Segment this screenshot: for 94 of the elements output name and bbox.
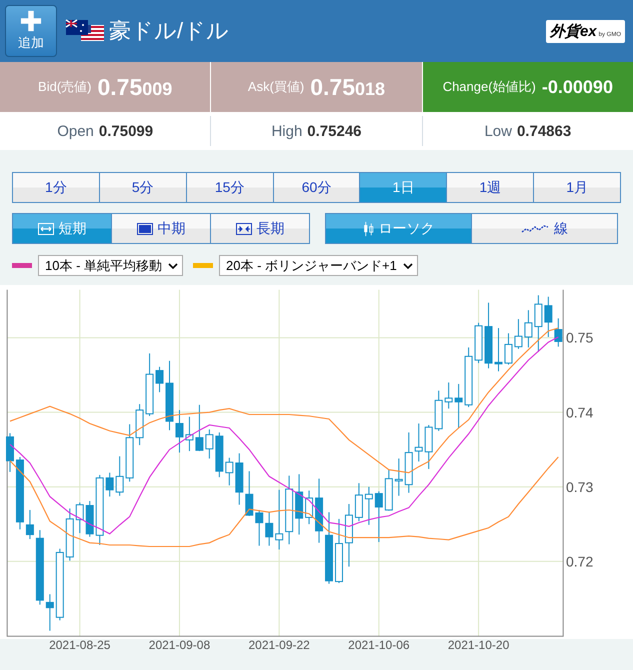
candlestick bbox=[66, 508, 74, 562]
candlestick bbox=[86, 500, 94, 538]
candlestick bbox=[504, 332, 512, 366]
candlestick bbox=[6, 432, 14, 472]
stat-value: 0.75246 bbox=[307, 122, 362, 140]
candlestick bbox=[185, 416, 194, 452]
collapse-arrows-icon bbox=[236, 222, 252, 234]
candlestick bbox=[374, 490, 383, 543]
candlestick bbox=[166, 360, 174, 431]
candlestick bbox=[334, 518, 343, 584]
stat-label: Low bbox=[484, 122, 512, 140]
candlestick bbox=[146, 352, 154, 417]
candlestick bbox=[136, 404, 144, 446]
candlestick bbox=[156, 366, 164, 393]
timeframe-tab[interactable]: 1週 bbox=[446, 173, 534, 202]
timeframe-tab[interactable]: 15分 bbox=[186, 173, 273, 202]
candlestick bbox=[494, 328, 502, 372]
candlestick bbox=[225, 457, 234, 486]
candlestick bbox=[394, 458, 403, 496]
candlestick bbox=[235, 452, 244, 506]
candlestick bbox=[315, 478, 324, 544]
candlestick bbox=[26, 509, 34, 540]
candlestick bbox=[96, 474, 104, 546]
x-axis-label: 2021-08-25 bbox=[49, 638, 110, 652]
candlestick bbox=[116, 456, 124, 496]
candlestick bbox=[205, 428, 214, 460]
candlestick bbox=[524, 310, 532, 348]
candlestick bbox=[554, 318, 562, 348]
quote-price: 0.75018 bbox=[310, 74, 386, 100]
chevron-down-icon bbox=[168, 262, 178, 268]
currency-pair-title: 豪ドル/ドル bbox=[109, 17, 230, 45]
candlestick bbox=[195, 404, 204, 452]
quote-label: Change(始値比) bbox=[442, 78, 536, 96]
candlestick bbox=[265, 512, 274, 546]
plus-icon bbox=[20, 10, 42, 32]
period-tab[interactable]: 長期 bbox=[210, 214, 309, 243]
candlestick bbox=[454, 383, 463, 428]
stat-label: High bbox=[271, 122, 302, 140]
candlestick bbox=[534, 294, 542, 352]
candlestick bbox=[424, 424, 433, 470]
stat-label: Open bbox=[57, 122, 94, 140]
y-axis-label: 0.72 bbox=[566, 553, 594, 570]
candlestick bbox=[295, 474, 304, 536]
stat-value: 0.74863 bbox=[516, 122, 572, 140]
timeframe-tab[interactable]: 1分 bbox=[13, 173, 99, 202]
x-axis-label: 2021-09-22 bbox=[248, 638, 310, 652]
x-axis-label: 2021-10-20 bbox=[448, 638, 510, 652]
candlestick bbox=[76, 502, 84, 534]
candlestick bbox=[126, 424, 134, 482]
chart-style-tab[interactable]: 線 bbox=[471, 214, 617, 243]
candlestick bbox=[434, 390, 443, 432]
candlestick bbox=[255, 509, 264, 546]
candlestick bbox=[106, 472, 114, 498]
indicator-select[interactable]: 10本 - 単純平均移動 bbox=[38, 255, 184, 276]
candlestick bbox=[544, 296, 552, 338]
candlestick bbox=[464, 346, 473, 408]
y-axis-label: 0.73 bbox=[566, 478, 594, 495]
rectangle-icon bbox=[136, 222, 152, 234]
chevron-down-icon bbox=[402, 262, 413, 268]
add-button[interactable]: 追加 bbox=[5, 5, 57, 57]
timeframe-tab[interactable]: 5分 bbox=[98, 173, 186, 202]
candlestick bbox=[354, 482, 363, 522]
candlestick bbox=[364, 486, 373, 526]
y-axis-label: 0.75 bbox=[566, 330, 594, 346]
candlestick bbox=[404, 432, 413, 494]
indicator-select[interactable]: 20本 - ボリンジャーバンド+1 bbox=[219, 255, 418, 276]
change-value: -0.00090 bbox=[542, 76, 613, 98]
candlestick bbox=[414, 422, 423, 462]
candlestick bbox=[285, 475, 294, 545]
y-axis-label: 0.74 bbox=[566, 404, 594, 420]
quote-label: Bid(売値) bbox=[38, 78, 92, 96]
candlestick bbox=[484, 302, 493, 369]
quote-label: Ask(買値) bbox=[248, 78, 304, 96]
x-axis-label: 2021-09-08 bbox=[148, 638, 210, 652]
candlestick bbox=[46, 594, 54, 632]
candlestick bbox=[215, 432, 224, 478]
expand-arrows-icon bbox=[38, 222, 54, 234]
candlestick bbox=[275, 489, 284, 550]
x-axis-label: 2021-10-06 bbox=[348, 638, 410, 652]
candlestick bbox=[305, 490, 314, 525]
candlestick bbox=[344, 504, 353, 568]
timeframe-tab[interactable]: 1月 bbox=[533, 173, 620, 202]
line-chart-icon bbox=[521, 224, 549, 234]
candlestick bbox=[444, 382, 453, 410]
candlestick-icon bbox=[362, 220, 374, 238]
candlestick bbox=[245, 470, 254, 516]
period-tab[interactable]: 中期 bbox=[111, 214, 210, 243]
quote-price: 0.75009 bbox=[97, 74, 172, 100]
candlestick bbox=[514, 318, 522, 350]
timeframe-tab[interactable]: 60分 bbox=[272, 173, 360, 202]
stat-value: 0.75099 bbox=[98, 122, 154, 140]
candlestick bbox=[175, 410, 184, 454]
candlestick bbox=[474, 322, 483, 364]
candlestick bbox=[384, 469, 393, 512]
